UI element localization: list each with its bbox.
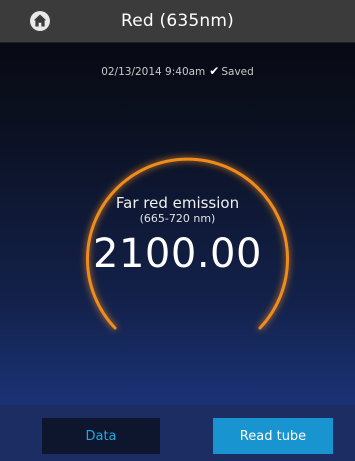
metric-value: 2100.00	[93, 231, 262, 277]
data-button[interactable]: Data	[42, 418, 160, 454]
read-tube-button[interactable]: Read tube	[213, 418, 333, 454]
metric-label: Far red emission	[115, 194, 240, 212]
screen: Red (635nm) 02/13/2014 9:40am ✔ Saved Far …	[0, 0, 355, 461]
metric-range: (665-720 nm)	[139, 212, 216, 225]
